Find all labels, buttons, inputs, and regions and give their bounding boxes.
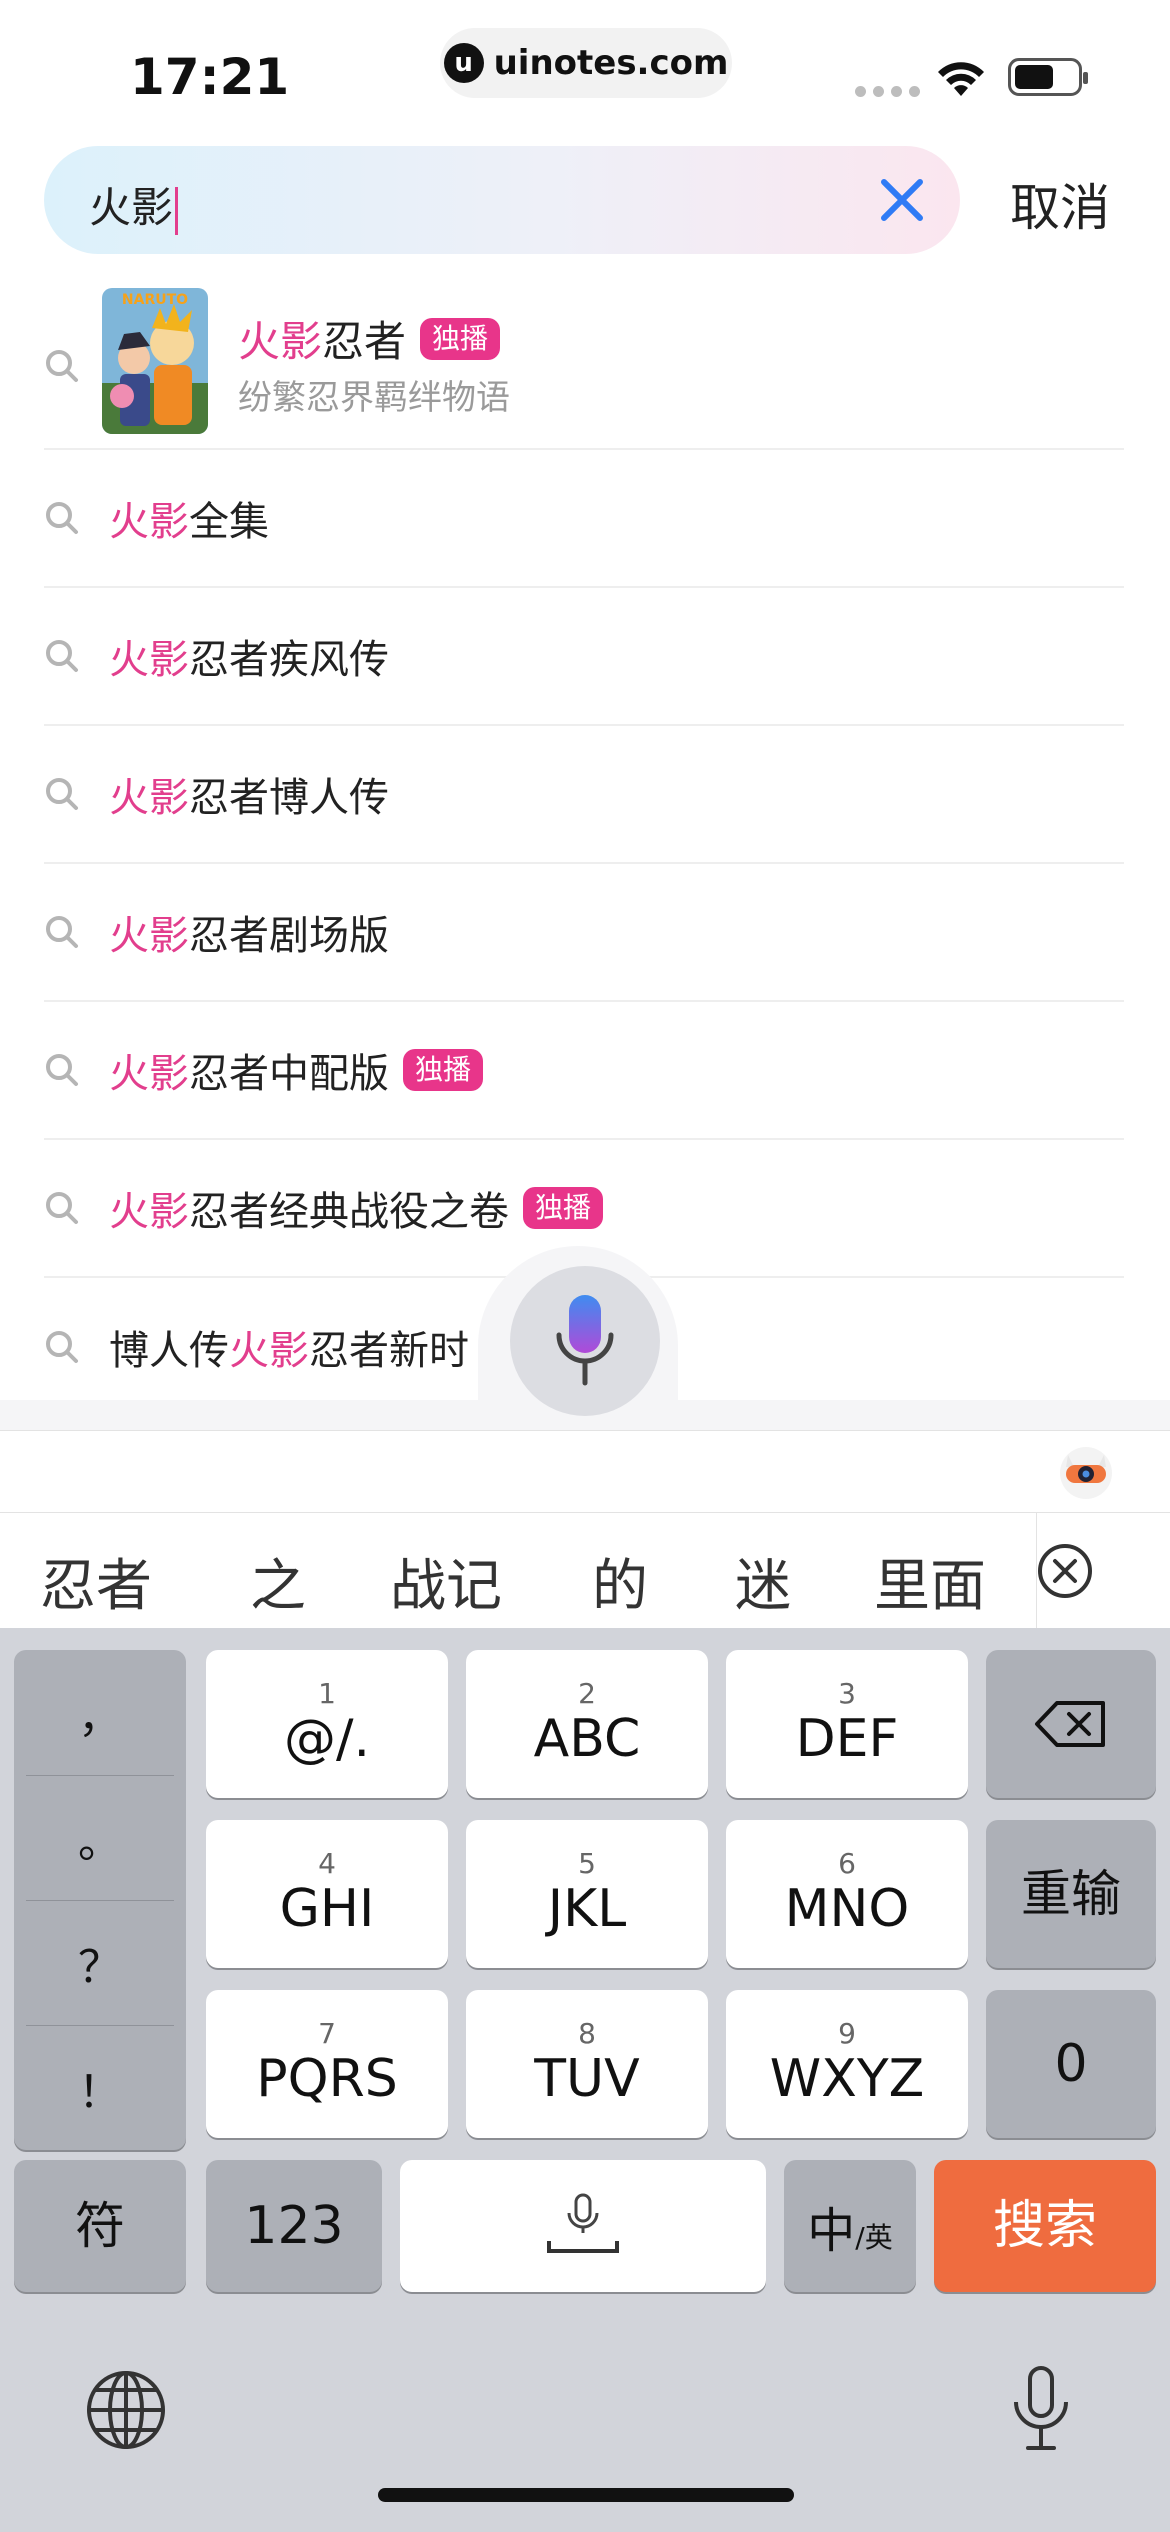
key-7[interactable]: 7 PQRS [206, 1990, 448, 2138]
search-icon [46, 1192, 78, 1224]
app-screen: 17:21 u uinotes.com 火影 取消 NARUTO 火影 忍者 独… [0, 0, 1170, 2532]
space-key[interactable] [400, 2160, 766, 2292]
search-icon [46, 778, 78, 810]
candidate-word[interactable]: 忍者 [40, 1541, 152, 1622]
robot-assistant-icon[interactable] [1056, 1441, 1116, 1501]
key-5[interactable]: 5 JKL [466, 1820, 708, 1968]
suggestion-text: 火影 忍者中配版 独播 [109, 1041, 484, 1099]
punctuation-key[interactable]: 。 [14, 1775, 186, 1900]
microphone-icon [556, 1295, 614, 1386]
suggestion-text: 火影 忍者经典战役之卷 独播 [109, 1179, 604, 1237]
poster-title-logo: NARUTO [121, 292, 189, 308]
search-icon [46, 1054, 78, 1086]
candidate-word[interactable]: 迷 [735, 1541, 791, 1622]
language-switch-key[interactable]: 中/英 [784, 2160, 916, 2292]
candidate-word[interactable]: 里面 [874, 1541, 986, 1622]
wifi-icon [938, 62, 984, 96]
candidate-word[interactable]: 战记 [390, 1541, 502, 1622]
suggestion-text: 火影 忍者博人传 [109, 775, 389, 821]
key-8[interactable]: 8 TUV [466, 1990, 708, 2138]
backspace-key[interactable] [986, 1650, 1156, 1798]
suggestion-item[interactable]: 火影 忍者剧场版 [44, 864, 1124, 1002]
show-poster: NARUTO [102, 288, 208, 434]
dictation-icon[interactable] [1006, 2364, 1076, 2454]
suggestion-text: 火影 忍者疾风传 [109, 637, 389, 683]
exclusive-badge: 独播 [420, 317, 501, 360]
exclusive-badge: 独播 [403, 1049, 484, 1091]
space-voice-icon [547, 2193, 619, 2253]
search-icon [46, 1331, 78, 1363]
punctuation-column: ， 。 ？ ！ [14, 1650, 186, 2150]
suggestion-text: 火影 全集 [109, 499, 269, 545]
suggestion-text: 博人传 火影 忍者新时 [109, 1328, 469, 1374]
clear-icon[interactable] [874, 172, 930, 228]
key-6[interactable]: 6 MNO [726, 1820, 968, 1968]
punctuation-key[interactable]: ， [14, 1650, 186, 1775]
search-input[interactable]: 火影 [44, 146, 960, 254]
cancel-button[interactable]: 取消 [1010, 168, 1110, 240]
url-pill[interactable]: u uinotes.com [440, 28, 732, 98]
backspace-icon [1035, 1701, 1105, 1747]
suggestion-item[interactable]: 火影 全集 [44, 450, 1124, 588]
show-title: 火影 忍者 独播 [238, 308, 501, 369]
status-time: 17:21 [130, 48, 290, 106]
suggestion-item[interactable]: 火影 忍者疾风传 [44, 588, 1124, 726]
site-logo-icon: u [443, 43, 484, 83]
search-icon [46, 350, 78, 382]
exclusive-badge: 独播 [523, 1187, 604, 1229]
search-icon [46, 916, 78, 948]
show-subtitle: 纷繁忍界羁绊物语 [238, 378, 510, 418]
assistant-bar [0, 1430, 1170, 1512]
numbers-key[interactable]: 123 [206, 2160, 382, 2292]
punctuation-key[interactable]: ！ [14, 2025, 186, 2150]
key-2[interactable]: 2 ABC [466, 1650, 708, 1798]
search-icon [46, 502, 78, 534]
home-indicator[interactable] [378, 2488, 794, 2502]
key-9[interactable]: 9 WXYZ [726, 1990, 968, 2138]
status-bar: 17:21 u uinotes.com [0, 0, 1170, 140]
key-1[interactable]: 1 @/. [206, 1650, 448, 1798]
reinput-key[interactable]: 重输 [986, 1820, 1156, 1968]
url-text: uinotes.com [493, 43, 729, 83]
search-key[interactable]: 搜索 [934, 2160, 1156, 2292]
close-candidates-icon[interactable] [1035, 1541, 1095, 1601]
candidate-word[interactable]: 的 [592, 1541, 648, 1622]
search-query-text: 火影 [89, 183, 174, 232]
key-0[interactable]: 0 [986, 1990, 1156, 2138]
search-icon [46, 640, 78, 672]
candidate-bar: 忍者 之 战记 的 迷 里面 [0, 1512, 1170, 1629]
battery-icon [1008, 58, 1088, 96]
symbols-key[interactable]: 符 [14, 2160, 186, 2292]
globe-icon[interactable] [84, 2368, 168, 2452]
keyboard: ， 。 ？ ！ 1 @/. 2 ABC 3 DEF 4 GHI 5 JKL 6 MNO 重输… [0, 1628, 1170, 2532]
suggestion-item[interactable]: 火影 忍者中配版 独播 [44, 1002, 1124, 1140]
key-3[interactable]: 3 DEF [726, 1650, 968, 1798]
voice-input-button[interactable] [510, 1266, 660, 1416]
suggestion-featured[interactable]: NARUTO 火影 忍者 独播 纷繁忍界羁绊物语 [44, 280, 1124, 450]
suggestion-item[interactable]: 火影 忍者博人传 [44, 726, 1124, 864]
punctuation-key[interactable]: ？ [14, 1900, 186, 2025]
candidate-word[interactable]: 之 [250, 1541, 306, 1622]
cellular-signal-icon [855, 86, 920, 97]
key-4[interactable]: 4 GHI [206, 1820, 448, 1968]
text-caret [175, 186, 179, 235]
suggestion-text: 火影 忍者剧场版 [109, 913, 389, 959]
